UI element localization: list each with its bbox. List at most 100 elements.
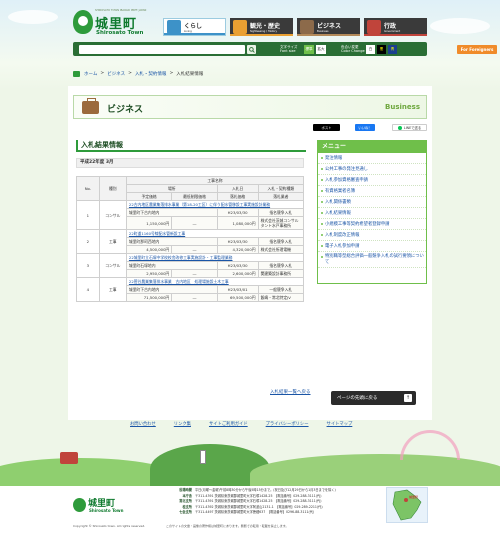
breadcrumb-business[interactable]: ビジネス bbox=[107, 71, 125, 77]
side-menu: メニュー 発注情報 公共工事の発注見通し 入札参加資格審査申請 有資格業者名簿 … bbox=[317, 140, 427, 284]
menu-item[interactable]: 入札結果情報 bbox=[318, 208, 426, 219]
nav-stripe bbox=[364, 34, 427, 36]
row-min: ― bbox=[171, 245, 218, 254]
work-name-link[interactable]: 22町道1160号線配水管新設工事 bbox=[125, 229, 305, 238]
nav-living[interactable]: くらし Living bbox=[163, 18, 226, 36]
house-icon bbox=[167, 20, 181, 34]
nav-government[interactable]: 行政 Government bbox=[364, 18, 427, 36]
footer-link-contact[interactable]: お問い合わせ bbox=[130, 421, 156, 429]
footer-link-links[interactable]: リンク集 bbox=[174, 421, 191, 429]
row-place: 城里町石塚地内 bbox=[125, 261, 218, 270]
nav-stripe bbox=[297, 34, 360, 36]
work-name-link[interactable]: 22城里町立石塚中学校校舎改修工事実施設計・工事監理業務 bbox=[125, 253, 305, 262]
row-planned: 2,950,000円 bbox=[125, 269, 173, 278]
row-method: 指名競争入札 bbox=[257, 208, 305, 217]
copyright: Copyright © Shirosato town. All rights r… bbox=[73, 524, 146, 528]
town-map[interactable]: 城里町 bbox=[386, 487, 428, 523]
section-title: ビジネス bbox=[107, 105, 144, 115]
nav-sightseeing[interactable]: 観光・歴史 Sightseeing / History bbox=[230, 18, 293, 36]
nav-stripe bbox=[230, 34, 293, 36]
nav-business[interactable]: ビジネス Business bbox=[297, 18, 360, 36]
row-type: 工事 bbox=[98, 229, 127, 254]
font-large-button[interactable]: 拡大 bbox=[316, 45, 326, 54]
menu-item[interactable]: 入札関係書類 bbox=[318, 197, 426, 208]
page-title: 入札結果情報 bbox=[76, 140, 306, 152]
row-winner: 株式会社茨城コンサルタント水戸事務所 bbox=[257, 216, 305, 230]
cloud bbox=[430, 18, 490, 34]
post-button[interactable]: ポスト bbox=[313, 124, 340, 131]
menu-item[interactable]: 入札制度改正情報 bbox=[318, 230, 426, 241]
row-winprice: 2,600,000円 bbox=[216, 269, 259, 278]
breadcrumb-home[interactable]: ホーム bbox=[84, 71, 97, 77]
row-date: H23/03/30 bbox=[216, 237, 259, 246]
copyright-note: このサイトの文章・画像の著作権は城里町にあります。無断での転用・転載を禁止します… bbox=[166, 524, 289, 528]
row-winner: 関建築設計事務所 bbox=[257, 269, 305, 278]
footer-link-guide[interactable]: サイトご利用ガイド bbox=[209, 421, 248, 429]
row-place: 城里町那珂西地内 bbox=[125, 237, 218, 246]
town-emblem-icon bbox=[73, 498, 86, 512]
footer-logo-english: Shirosato Town bbox=[89, 508, 124, 513]
site-logo[interactable]: SHIROSATO TOWN IBARAKI PREF. JAPAN 城里町 S… bbox=[73, 5, 153, 39]
row-no: 1 bbox=[76, 200, 100, 230]
back-to-list-link[interactable]: 入札結果一覧へ戻る bbox=[270, 389, 311, 395]
color-black-button[interactable]: 黒 bbox=[377, 45, 386, 54]
row-winprice: 4,320,000円 bbox=[216, 245, 259, 254]
color-change-sub: Color Change bbox=[341, 49, 365, 53]
rainbow-icon bbox=[400, 430, 460, 460]
row-no: 3 bbox=[76, 253, 100, 278]
line-share-button[interactable]: LINEで送る bbox=[392, 124, 427, 131]
nav-label: 観光・歴史 bbox=[250, 23, 281, 30]
menu-item[interactable]: 小規模工事等契約希望者登録申請 bbox=[318, 219, 426, 230]
footer-link-privacy[interactable]: プライバシーポリシー bbox=[266, 421, 309, 429]
col-date: 入札日 bbox=[216, 184, 259, 193]
menu-item[interactable]: 有資格業者名簿 bbox=[318, 186, 426, 197]
col-no: No. bbox=[76, 176, 100, 201]
nav-label: ビジネス bbox=[317, 23, 342, 30]
row-date: H23/03/30 bbox=[216, 208, 259, 217]
search-input[interactable] bbox=[79, 45, 245, 54]
breadcrumb-separator: > bbox=[100, 71, 105, 76]
search-icon bbox=[248, 46, 255, 53]
breadcrumb: ホーム > ビジネス > 入札・契約情報 > 入札結果情報 bbox=[73, 69, 427, 78]
col-type: 種別 bbox=[98, 176, 127, 201]
footer-links: お問い合わせ リンク集 サイトご利用ガイド プライバシーポリシー サイトマップ bbox=[130, 421, 430, 429]
row-winner: 株式会社所理電機 bbox=[257, 245, 305, 254]
col-min: 最低制限価格 bbox=[171, 192, 218, 201]
bid-results-table: No. 種別 工事名称 場所 入札日 入札・契約種類 予定価格 最低制限価格 落… bbox=[76, 176, 305, 302]
post-label: ポスト bbox=[321, 126, 332, 130]
font-standard-button[interactable]: 標準 bbox=[304, 45, 314, 54]
breadcrumb-bidding[interactable]: 入札・契約情報 bbox=[135, 71, 167, 77]
menu-item[interactable]: 電子入札参加申請 bbox=[318, 241, 426, 252]
briefcase-icon bbox=[300, 20, 314, 34]
menu-item[interactable]: 特別職等型総合評価一般競争入札の試行要領について bbox=[318, 252, 426, 268]
info-value: 〒311-4391 茨城県東茨城郡城里町大字石塚1428-25 【電話番号】02… bbox=[195, 493, 322, 498]
search-button[interactable] bbox=[247, 45, 256, 54]
like-button[interactable]: いいね！ bbox=[355, 124, 375, 131]
row-planned: 71,500,000円 bbox=[125, 293, 173, 302]
col-work: 工事名称 bbox=[125, 176, 305, 185]
tower-icon bbox=[200, 450, 206, 464]
row-place: 城里町下古内地内 bbox=[125, 285, 218, 294]
color-blue-button[interactable]: 青 bbox=[388, 45, 397, 54]
row-no: 4 bbox=[76, 277, 100, 302]
footer-link-sitemap[interactable]: サイトマップ bbox=[327, 421, 353, 429]
castle-icon bbox=[233, 20, 247, 34]
col-place: 場所 bbox=[125, 184, 218, 193]
line-label: LINEで送る bbox=[403, 126, 422, 130]
menu-item[interactable]: 公共工事の発注見通し bbox=[318, 164, 426, 175]
page-top-button[interactable]: ページの先頭に戻る ↑ bbox=[331, 391, 416, 405]
nav-sub: Business bbox=[317, 30, 329, 33]
work-name-link[interactable]: 22古内地区農業集落排水事業（第18-20工区）に伴う配水管移設工事実施設計業務 bbox=[125, 200, 305, 209]
town-emblem-icon bbox=[73, 10, 93, 34]
train-icon bbox=[60, 452, 78, 464]
section-english: Business bbox=[385, 103, 420, 111]
color-white-button[interactable]: 白 bbox=[366, 45, 375, 54]
for-foreigners-button[interactable]: For Foreigners bbox=[457, 45, 497, 54]
building-icon bbox=[367, 20, 381, 34]
menu-item[interactable]: 入札参加資格審査申請 bbox=[318, 175, 426, 186]
row-min: ― bbox=[171, 269, 218, 278]
work-name-link[interactable]: 22菅谷農業集落排水事業 古内地区 処理場施設土木工事 bbox=[125, 277, 305, 286]
menu-item[interactable]: 発注情報 bbox=[318, 153, 426, 164]
cloud bbox=[8, 10, 58, 24]
row-min: ― bbox=[171, 293, 218, 302]
